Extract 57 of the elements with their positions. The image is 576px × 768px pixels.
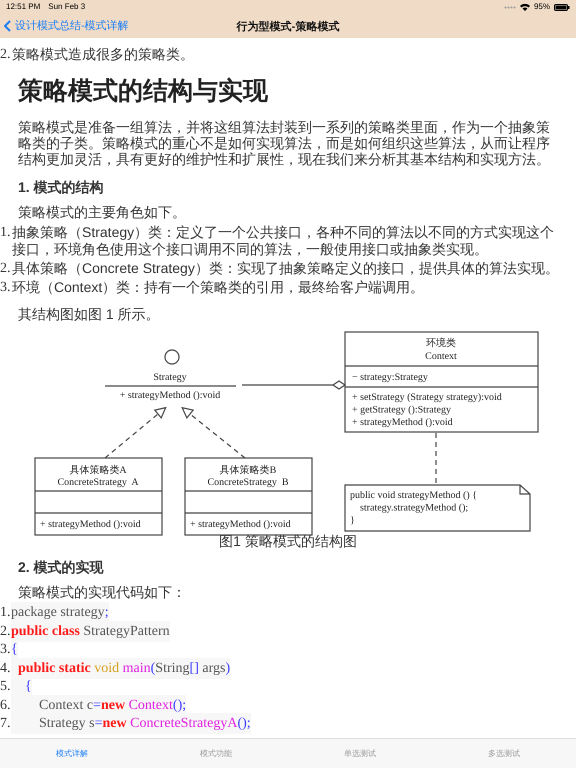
list-item-text: 抽象策略（Strategy）类：定义了一个公共接口，各种不同的算法以不同的方式实现这个接口，环境角色使用这个接口调用不同的算法，一般使用接口或抽象类实现。	[12, 224, 556, 258]
line-number: 6.	[0, 696, 11, 715]
line-number: 7.	[0, 715, 11, 734]
tab-button[interactable]: 模式详解	[0, 744, 144, 764]
list-number: 2.	[0, 46, 12, 63]
list-item-text: 策略模式造成很多的策略类。	[12, 46, 194, 63]
class-name: ConcreteStrategy B	[207, 476, 289, 488]
tab-button[interactable]: 多选测试	[432, 744, 576, 764]
member-text: + strategyMethod ():void	[120, 390, 220, 400]
subsection-title: 2. 模式的实现	[18, 558, 105, 576]
status-date: Sun Feb 3	[48, 1, 86, 13]
list-number: 1.	[0, 224, 12, 242]
list-item-text: 具体策略（Concrete Strategy）类：实现了抽象策略定义的接口，提供具体的算法实现。	[12, 260, 559, 276]
dashed-line	[435, 432, 437, 484]
class-name: ConcreteStrategy A	[57, 476, 139, 488]
code-text: }	[350, 514, 355, 526]
figure-caption: 图1 策略模式的结构图	[218, 532, 358, 548]
class-name: 具体策略类A	[69, 464, 127, 476]
class-name: 环境类	[426, 338, 456, 348]
interface-circle-icon	[164, 348, 180, 364]
tab-button[interactable]: 模式功能	[144, 744, 288, 764]
dashed-arrow	[104, 406, 167, 458]
battery-percentage: 95%	[534, 1, 550, 13]
tab-button[interactable]: 单选测试	[288, 744, 432, 764]
wifi-icon	[520, 3, 530, 11]
line-number: 2.	[0, 622, 11, 641]
member-text: + setStrategy (Strategy strategy):void	[352, 392, 502, 402]
member-text: − strategy:Strategy	[352, 372, 428, 382]
chevron-left-icon	[4, 20, 11, 32]
signal-icon	[504, 6, 516, 8]
lead-text: 策略模式的主要角色如下。	[18, 204, 187, 220]
member-text: + getStrategy ():Strategy	[352, 404, 451, 415]
member-text: + strategyMethod ():void	[352, 416, 453, 428]
section-heading: 策略模式的结构与实现	[18, 76, 269, 107]
back-button[interactable]: 设计模式总结-模式详解	[0, 18, 129, 34]
line-number: 1.	[0, 604, 11, 622]
subsection-title: 1. 模式的结构	[18, 178, 105, 196]
class-name: Strategy	[153, 372, 187, 382]
line-number: 3.	[0, 641, 11, 660]
lead-text: 其结构图如图 1 所示。	[18, 306, 161, 322]
status-time: 12:51 PM	[6, 1, 40, 13]
list-item-text: 环境（Context）类：持有一个策略类的引用，最终给客户端调用。	[12, 278, 424, 296]
class-name: 具体策略类B	[220, 464, 276, 476]
list-number: 3.	[0, 278, 12, 296]
member-text: + strategyMethod ():void	[190, 518, 291, 530]
lead-text: 策略模式的实现代码如下：	[18, 584, 187, 600]
body-paragraph: 策略模式是准备一组算法，并将这组算法封装到一系列的策略类里面，作为一个抽象策略类的子类。策略模式的重心不是如何实现算法，而是如何组织这些算法，从而让程序结构更加灵活，具有更好的维护性和扩展性，现在我们来分析其基本结构和实现方法。	[18, 118, 551, 166]
line-number: 5.	[0, 678, 11, 696]
list-number: 2.	[0, 260, 12, 276]
battery-icon	[554, 4, 570, 10]
class-name: Context	[425, 350, 457, 362]
member-text: + strategyMethod ():void	[40, 518, 141, 530]
code-text: public void strategyMethod () {	[350, 490, 477, 500]
line-number: 4.	[0, 660, 11, 678]
code-text: strategy.strategyMethod ();	[360, 502, 468, 513]
page-title: 行为型模式-策略模式	[236, 21, 340, 33]
dashed-arrow	[181, 406, 246, 458]
